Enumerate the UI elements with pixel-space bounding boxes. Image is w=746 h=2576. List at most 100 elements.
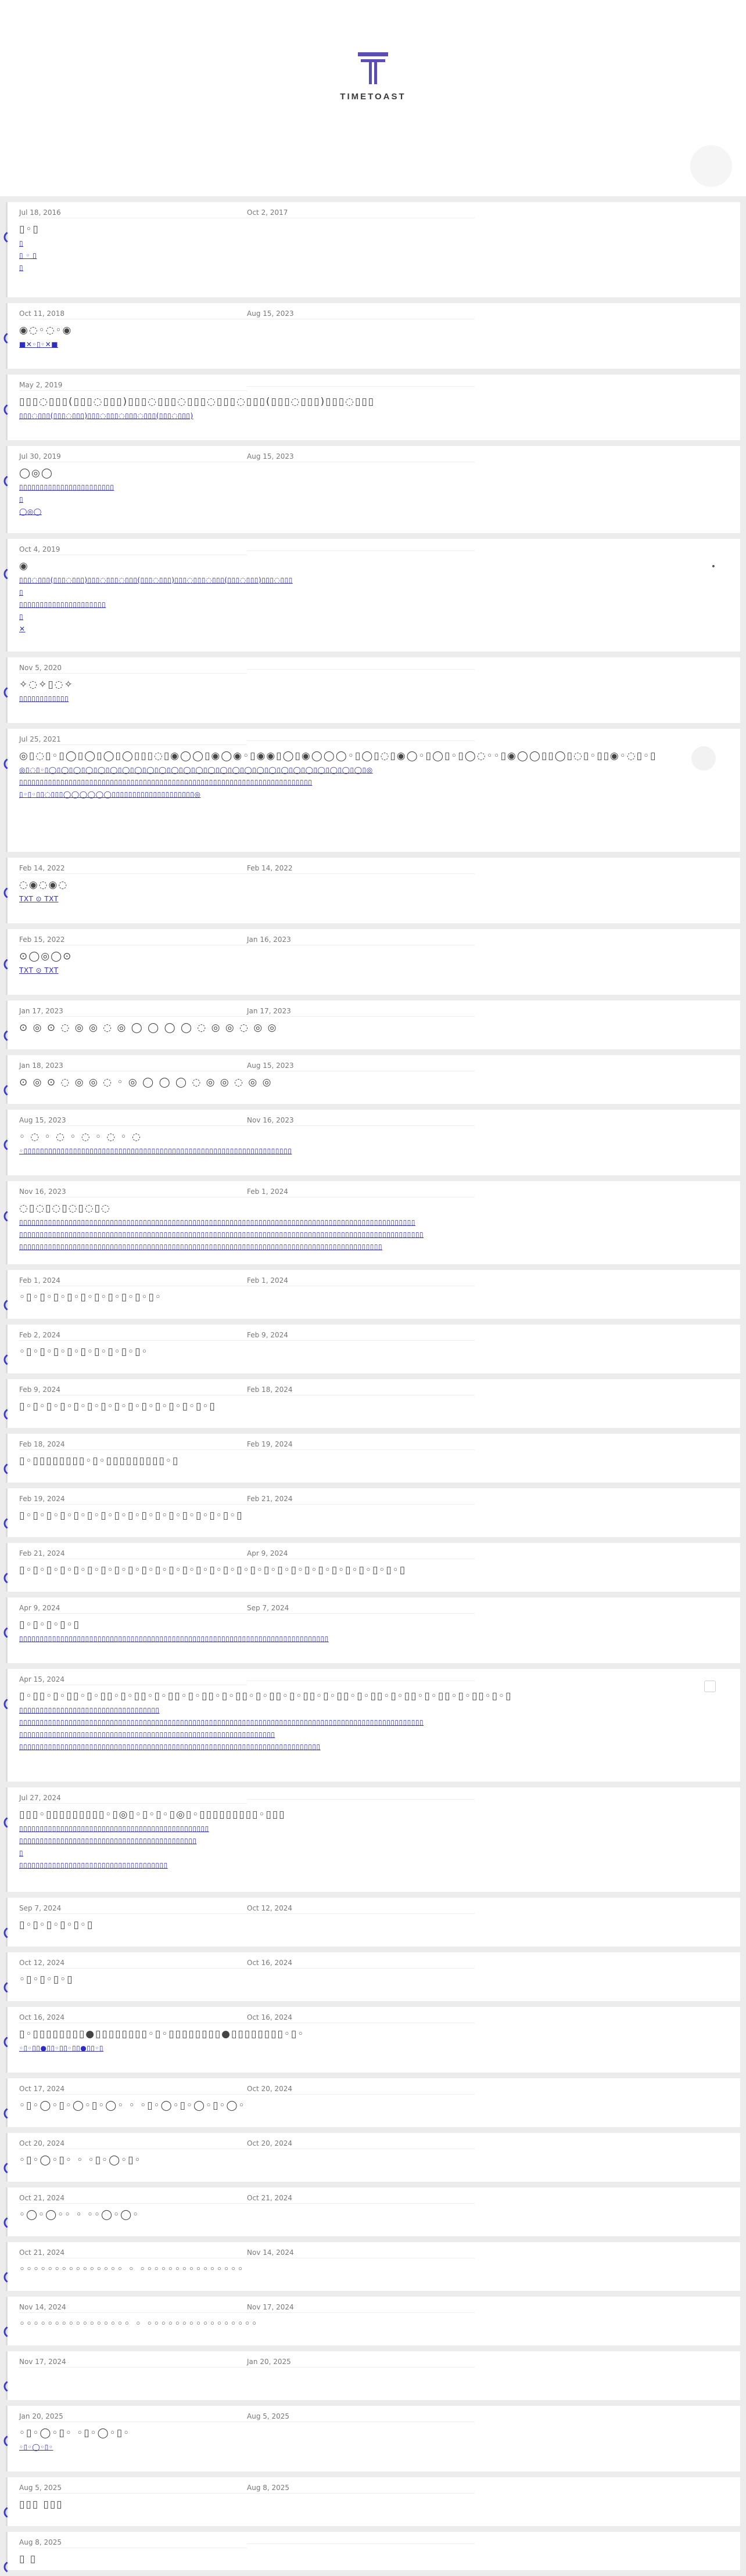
event-description-link[interactable]: ◦▯◦◯◦▯◦ — [19, 2443, 732, 2452]
event-description-link[interactable]: ▯▯▯◌▯▯▯(▯▯▯◌▯▯▯)▯▯▯◌▯▯▯◌▯▯▯◌▯▯▯(▯▯▯◌▯▯▯) — [19, 412, 732, 420]
event-description-link[interactable]: ▯▯▯▯▯▯▯▯▯▯▯▯▯▯▯▯▯▯▯▯▯▯▯▯▯▯▯▯▯▯▯▯▯▯▯▯▯▯▯▯… — [19, 1218, 732, 1227]
event-description-link[interactable]: ▯▯▯▯▯▯▯▯▯▯▯▯▯▯▯▯▯▯▯▯▯▯▯▯▯▯▯▯▯▯▯▯▯▯▯▯▯▯▯▯… — [19, 1730, 732, 1739]
timeline-event-card[interactable]: Oct 4, 2019 ◉ ▯▯▯◌▯▯▯(▯▯▯◌▯▯▯)▯▯▯◌▯▯▯◌▯▯▯(… — [6, 539, 740, 652]
timeline-event-card[interactable]: Sep 7, 2024 Oct 12, 2024 ▯◦▯◦▯◦▯◦▯◦▯ — [6, 1898, 740, 1947]
event-title: ▯▯▯◌▯▯▯(▯▯▯◌▯▯▯)▯▯▯◌▯▯▯◌▯▯▯◌▯▯▯◌▯▯▯(▯▯▯◌… — [19, 396, 375, 408]
event-description-link[interactable]: ▯ — [19, 495, 732, 504]
event-start-date: Nov 17, 2024 — [19, 2358, 247, 2368]
event-end-date: Sep 7, 2024 — [247, 1604, 475, 1614]
timeline-event-card[interactable]: Aug 8, 2025 ▯ ▯ — [6, 2532, 740, 2570]
timeline-event-card[interactable]: Jan 18, 2023 Aug 15, 2023 ⊙ ◎ ⊙ ◌ ◎ ◎ ◌ ◦ … — [6, 1055, 740, 1104]
timeline-event-card[interactable]: Apr 9, 2024 Sep 7, 2024 ▯◦▯◦▯◦▯◦▯ ▯▯▯▯▯▯▯▯▯… — [6, 1598, 740, 1663]
event-description-link[interactable]: ▯▯▯▯▯▯▯▯▯▯▯▯▯▯▯▯▯▯▯▯▯▯▯▯▯▯▯▯▯▯▯▯▯▯▯▯▯▯▯▯… — [19, 1243, 732, 1251]
event-description-link[interactable]: TXT ⊙ TXT — [19, 966, 732, 975]
event-description-link[interactable]: ▯▯▯▯▯▯▯▯▯▯▯▯▯▯▯▯▯▯▯▯▯▯▯ — [19, 483, 732, 492]
timeline-event-card[interactable]: Nov 16, 2023 Feb 1, 2024 ◌▯◌▯◌▯◌▯◌▯◌ ▯▯▯▯▯▯… — [6, 1181, 740, 1264]
event-description-link[interactable]: ▯ — [19, 264, 732, 272]
timeline-event-card[interactable]: Oct 21, 2024 Oct 21, 2024 ◦◯◦◯◦◦ ◦ ◦◦◯◦◯◦ — [6, 2188, 740, 2236]
event-title: ◯◎◯ — [19, 467, 53, 479]
timeline-event-card[interactable]: Oct 16, 2024 Oct 16, 2024 ▯◦▯▯▯▯▯▯▯▯●▯▯▯▯▯… — [6, 2007, 740, 2073]
event-title: ◦▯◦▯◦▯◦▯◦▯◦▯◦▯◦▯◦▯◦▯◦ — [19, 1291, 162, 1303]
event-end-date: Aug 15, 2023 — [247, 1062, 475, 1071]
timeline-event-card[interactable]: Jul 25, 2021 ◎▯◌▯◦▯◯▯◯▯◯▯◯▯▯▯◌▯◉◯◯▯◉◯◉◦▯◉… — [6, 729, 740, 852]
event-dates: Feb 15, 2022 Jan 16, 2023 — [19, 935, 732, 945]
event-description-link[interactable]: ▯ ◦ ▯ — [19, 251, 732, 260]
event-description-link[interactable]: ▯▯▯▯▯▯▯▯▯▯▯▯▯▯▯▯▯▯▯▯▯▯▯▯▯▯▯▯▯▯▯▯▯▯▯▯▯▯▯▯… — [19, 1743, 732, 1751]
event-description-link[interactable]: ▯▯▯▯▯▯▯▯▯▯▯▯ — [19, 695, 732, 703]
timeline-event-card[interactable]: Feb 18, 2024 Feb 19, 2024 ▯◦▯▯▯▯▯▯▯▯◦▯◦▯▯▯… — [6, 1434, 740, 1483]
event-description-link[interactable]: ▯▯▯▯▯▯▯▯▯▯▯▯▯▯▯▯▯▯▯▯▯ — [19, 600, 732, 609]
event-start-date: Jan 20, 2025 — [19, 2412, 247, 2422]
event-description-link[interactable]: ▯ — [19, 1849, 732, 1858]
timeline-event-card[interactable]: Oct 12, 2024 Oct 16, 2024 ◦▯◦▯◦▯◦▯ — [6, 1952, 740, 2001]
event-end-date: Oct 12, 2024 — [247, 1904, 475, 1914]
timeline-event-card[interactable]: Aug 15, 2023 Nov 16, 2023 ◦ ◌ ◦ ◌ ◦ ◌ ◦ ◌ … — [6, 1110, 740, 1175]
timeline-event-card[interactable]: Nov 5, 2020 ✧◌✧▯◌✧ ▯▯▯▯▯▯▯▯▯▯▯▯ — [6, 657, 740, 723]
event-end-date: Oct 16, 2024 — [247, 1959, 475, 1969]
event-description-link[interactable]: ▯ — [19, 613, 732, 621]
event-title: ◦▯◦▯◦▯◦▯◦▯◦▯◦▯◦▯◦▯◦ — [19, 1346, 149, 1358]
timeline-event-card[interactable]: Feb 15, 2022 Jan 16, 2023 ⊙◯◎◯⊙ TXT ⊙ TXT — [6, 929, 740, 995]
timeline-event-card[interactable]: Apr 15, 2024 ▯◦▯▯◦▯◦▯▯◦▯◦▯▯◦▯◦▯▯◦▯◦▯▯◦▯◦▯… — [6, 1669, 740, 1782]
event-description-link[interactable]: ◦▯▯▯▯▯▯▯▯▯▯▯▯▯▯▯▯▯▯▯▯▯▯▯▯▯▯▯▯▯▯▯▯▯▯▯▯▯▯▯… — [19, 1147, 732, 1156]
timeline-event-card[interactable]: Feb 19, 2024 Feb 21, 2024 ▯◦▯◦▯◦▯◦▯◦▯◦▯◦▯◦… — [6, 1488, 740, 1537]
event-description-link[interactable]: ▯▯▯▯▯▯▯▯▯▯▯▯▯▯▯▯▯▯▯▯▯▯▯▯▯▯▯▯▯▯▯▯▯▯▯▯▯▯▯▯… — [19, 1718, 732, 1727]
event-start-date: Jul 30, 2019 — [19, 452, 247, 462]
event-title: ◦▯◦◯◦▯◦ ◦▯◦◯◦▯◦ — [19, 2427, 131, 2439]
event-dates: Jan 17, 2023 Jan 17, 2023 — [19, 1006, 732, 1017]
event-title: ◦▯◦◯◦▯◦ ◦ ◦▯◦◯◦▯◦ — [19, 2154, 142, 2166]
event-description-link[interactable]: ▯◦▯◦▯▯◌▯▯▯◯◯◯◯◯◯▯▯▯▯▯▯▯▯▯▯▯▯▯▯▯▯▯▯▯▯◎ — [19, 790, 732, 799]
event-description-link[interactable]: ▯ — [19, 239, 732, 248]
event-description-link[interactable]: ▯▯▯▯▯▯▯▯▯▯▯▯▯▯▯▯▯▯▯▯▯▯▯▯▯▯▯▯▯▯▯▯▯▯▯▯▯▯▯▯… — [19, 1635, 732, 1643]
event-dates: Feb 9, 2024 Feb 18, 2024 — [19, 1385, 732, 1395]
brand-name: TIMETOAST — [340, 92, 406, 102]
timeline-event-card[interactable]: Feb 1, 2024 Feb 1, 2024 ◦▯◦▯◦▯◦▯◦▯◦▯◦▯◦▯◦▯… — [6, 1270, 740, 1319]
timeline-event-card[interactable]: Jul 18, 2016 Oct 2, 2017 ▯◦▯ ▯ ▯ ◦ ▯ ▯ — [6, 202, 740, 297]
event-title: ▯◦▯ — [19, 224, 40, 235]
event-description-link[interactable]: ▯▯▯◌▯▯▯(▯▯▯◌▯▯▯)▯▯▯◌▯▯▯◌▯▯▯(▯▯▯◌▯▯▯)▯▯▯◌… — [19, 576, 732, 585]
timeline-event-card[interactable]: Nov 17, 2024 Jan 20, 2025 — [6, 2351, 740, 2400]
timeline-event-card[interactable]: Nov 14, 2024 Nov 17, 2024 ◦◦◦◦◦◦◦◦◦◦◦◦◦◦◦◦… — [6, 2297, 740, 2345]
timeline-event-card[interactable]: Jan 20, 2025 Aug 5, 2025 ◦▯◦◯◦▯◦ ◦▯◦◯◦▯◦ ◦▯… — [6, 2406, 740, 2471]
event-description-link[interactable]: ▯▯▯▯▯▯▯▯▯▯▯▯▯▯▯▯▯▯▯▯▯▯▯▯▯▯▯▯▯▯▯▯▯▯▯▯▯▯▯▯… — [19, 1231, 732, 1239]
timetoast-logo[interactable]: TIMETOAST — [0, 52, 746, 102]
timeline-event-card[interactable]: Oct 20, 2024 Oct 20, 2024 ◦▯◦◯◦▯◦ ◦ ◦▯◦◯◦▯… — [6, 2133, 740, 2182]
event-start-date: Oct 16, 2024 — [19, 2013, 247, 2023]
timeline-event-card[interactable]: Jul 27, 2024 ▯▯▯◦▯▯▯▯▯▯▯▯▯◦▯◎▯◦▯◦▯◦▯◎▯◦▯▯… — [6, 1787, 740, 1892]
timeline-event-card[interactable]: May 2, 2019 ▯▯▯◌▯▯▯(▯▯▯◌▯▯▯)▯▯▯◌▯▯▯◌▯▯▯◌▯… — [6, 375, 740, 440]
event-description-link[interactable]: ▯ — [19, 588, 732, 597]
timeline-event-card[interactable]: Jan 17, 2023 Jan 17, 2023 ⊙ ◎ ⊙ ◌ ◎ ◎ ◌ ◎ … — [6, 1001, 740, 1049]
timeline-event-card[interactable]: Feb 14, 2022 Feb 14, 2022 ◌◉◌◉◌ TXT ⊙ TXT — [6, 858, 740, 923]
event-description-link[interactable]: TXT ⊙ TXT — [19, 895, 732, 904]
event-title: ✧◌✧▯◌✧ — [19, 679, 74, 690]
event-description-link[interactable]: ◯◎◯ — [19, 508, 732, 516]
event-description-link[interactable]: ▯▯▯▯▯▯▯▯▯▯▯▯▯▯▯▯▯▯▯▯▯▯▯▯▯▯▯▯▯▯▯▯▯▯▯▯▯▯▯▯… — [19, 1825, 732, 1833]
event-description-link[interactable]: ▯▯▯▯▯▯▯▯▯▯▯▯▯▯▯▯▯▯▯▯▯▯▯▯▯▯▯▯▯▯▯▯▯▯▯▯ — [19, 1861, 732, 1870]
event-dates: Aug 15, 2023 Nov 16, 2023 — [19, 1116, 732, 1126]
header-avatar-placeholder — [690, 145, 732, 187]
event-dates: Nov 14, 2024 Nov 17, 2024 — [19, 2302, 732, 2313]
event-description-link[interactable]: ▯▯▯▯▯▯▯▯▯▯▯▯▯▯▯▯▯▯▯▯▯▯▯▯▯▯▯▯▯▯▯▯▯▯▯▯▯▯▯▯… — [19, 1837, 732, 1845]
timeline-event-card[interactable]: Aug 5, 2025 Aug 8, 2025 ▯▯▯ ▯▯▯ — [6, 2477, 740, 2526]
event-end-date — [247, 549, 475, 551]
event-end-date — [247, 668, 475, 670]
timeline-event-card[interactable]: Feb 9, 2024 Feb 18, 2024 ▯◦▯◦▯◦▯◦▯◦▯◦▯◦▯◦▯… — [6, 1379, 740, 1428]
timeline-event-card[interactable]: Oct 17, 2024 Oct 20, 2024 ◦▯◦◯◦▯◦◯◦▯◦◯◦ ◦ … — [6, 2078, 740, 2127]
timeline-event-card[interactable]: Feb 21, 2024 Apr 9, 2024 ▯◦▯◦▯◦▯◦▯◦▯◦▯◦▯◦▯… — [6, 1543, 740, 1592]
timeline-event-card[interactable]: Oct 11, 2018 Aug 15, 2023 ◉◌◦◌◦◉ ■✕◦▯◦✕■ — [6, 303, 740, 369]
event-description-link[interactable]: ◎▯◌▯◦▯◯▯◯▯◯▯◯▯◯▯◯▯◯▯◯▯◯▯◯▯◯▯◯▯◯▯◯▯◯▯◯▯◯▯… — [19, 766, 732, 775]
event-description-link[interactable]: ▯▯▯▯▯▯▯▯▯▯▯▯▯▯▯▯▯▯▯▯▯▯▯▯▯▯▯▯▯▯▯▯▯▯▯▯▯▯▯▯… — [19, 778, 732, 787]
event-start-date: Jul 27, 2024 — [19, 1794, 247, 1804]
event-title: ⊙ ◎ ⊙ ◌ ◎ ◎ ◌ ◎ ◯ ◯ ◯ ◯ ◌ ◎ ◎ ◌ ◎ ◎ — [19, 1022, 278, 1034]
event-checkbox[interactable] — [704, 1681, 716, 1692]
event-description-link[interactable]: ■✕◦▯◦✕■ — [19, 340, 732, 349]
timeline-event-card[interactable]: Oct 21, 2024 Nov 14, 2024 ◦◦◦◦◦◦◦◦◦◦◦◦◦◦◦ … — [6, 2242, 740, 2291]
event-dates: Nov 5, 2020 — [19, 663, 732, 674]
event-description-link[interactable]: ✕ — [19, 625, 732, 634]
event-start-date: Oct 11, 2018 — [19, 310, 247, 319]
event-description-link[interactable]: ◦▯◦▯▯●▯▯◦▯▯◦▯▯●▯▯◦▯ — [19, 2044, 732, 2053]
event-start-date: Aug 5, 2025 — [19, 2484, 247, 2494]
timeline-event-card[interactable]: Jul 30, 2019 Aug 15, 2023 ◯◎◯ ▯▯▯▯▯▯▯▯▯▯▯▯▯… — [6, 446, 740, 533]
event-description-link[interactable]: ▯▯▯▯▯▯▯▯▯▯▯▯▯▯▯▯▯▯▯▯▯▯▯▯▯▯▯▯▯▯▯▯▯▯ — [19, 1706, 732, 1715]
timeline-event-card[interactable]: Feb 2, 2024 Feb 9, 2024 ◦▯◦▯◦▯◦▯◦▯◦▯◦▯◦▯◦▯… — [6, 1325, 740, 1373]
